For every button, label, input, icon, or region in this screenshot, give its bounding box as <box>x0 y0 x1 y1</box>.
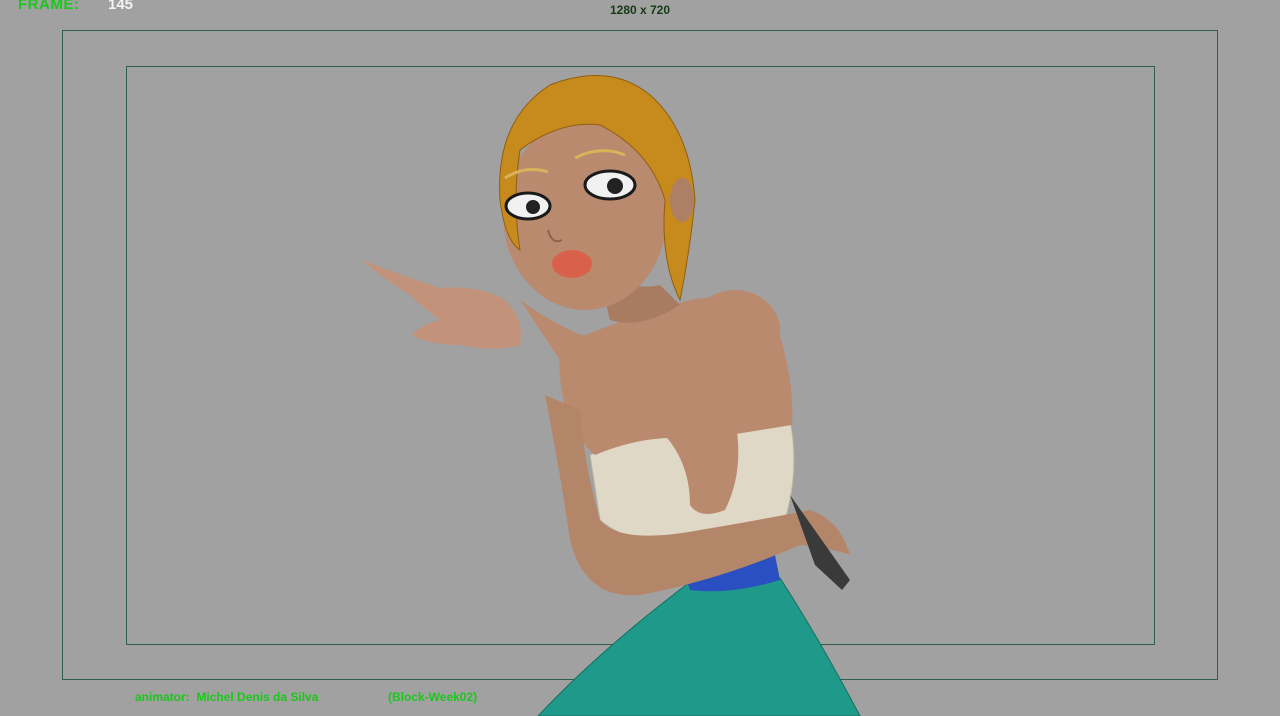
animator-label: animator: <box>135 690 190 704</box>
character-hand <box>362 260 521 349</box>
character-shoulder <box>690 290 780 370</box>
resolution-label: 1280 x 720 <box>609 3 671 17</box>
version-note: (Block-Week02) <box>388 690 478 704</box>
character-ear <box>670 178 694 222</box>
animated-character-icon <box>362 75 861 716</box>
character-lips <box>552 250 592 278</box>
character-skirt <box>537 577 861 716</box>
viewport[interactable]: FRAME: 145 1280 x 720 animator: Michel D… <box>0 0 1280 716</box>
animator-name: Michel Denis da Silva <box>196 690 319 704</box>
animator-credit: animator: Michel Denis da Silva <box>135 690 318 704</box>
